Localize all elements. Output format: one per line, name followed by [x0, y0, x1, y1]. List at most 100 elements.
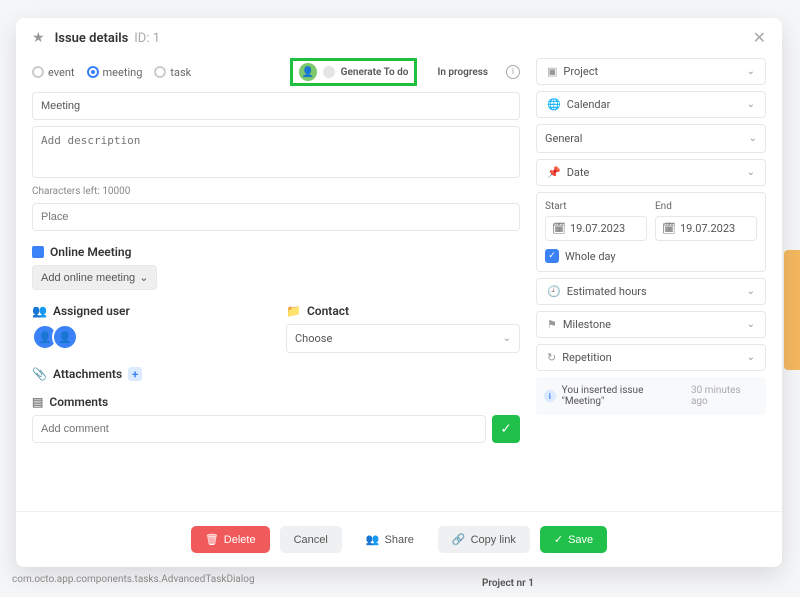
- milestone-accordion[interactable]: ⚑Milestone ⌄: [536, 311, 766, 338]
- close-button[interactable]: ✕: [753, 28, 766, 48]
- star-icon[interactable]: ★: [32, 30, 45, 46]
- activity-text: You inserted issue "Meeting": [562, 385, 685, 407]
- cancel-label: Cancel: [294, 534, 328, 546]
- type-task[interactable]: task: [154, 66, 191, 79]
- project-icon: ▣: [547, 65, 557, 78]
- issue-type-row: event meeting task 👤 Generate To do In p…: [32, 58, 520, 86]
- activity-entry: i You inserted issue "Meeting" 30 minute…: [536, 377, 766, 415]
- start-date-input[interactable]: 🗓 19.07.2023: [545, 216, 647, 241]
- generate-todo-label[interactable]: Generate To do: [341, 67, 409, 78]
- radio-icon: [32, 66, 44, 78]
- chevron-down-icon: ⌄: [747, 66, 755, 77]
- chevron-down-icon: ⌄: [139, 271, 148, 284]
- milestone-label: Milestone: [563, 318, 611, 331]
- issue-modal: ★ Issue details ID: 1 ✕ event meeting ta…: [16, 18, 782, 567]
- calendar-icon: 🗓: [552, 222, 566, 235]
- project-label: Project: [563, 65, 598, 78]
- calendar-select[interactable]: General ⌄: [536, 124, 766, 153]
- comments-label: Comments: [49, 395, 108, 409]
- copy-link-button[interactable]: 🔗 Copy link: [438, 526, 530, 553]
- share-button[interactable]: 👥 Share: [352, 526, 428, 553]
- attachments-title: 📎 Attachments +: [32, 367, 520, 381]
- trash-icon: 🗑: [205, 533, 219, 546]
- cancel-button[interactable]: Cancel: [280, 526, 342, 553]
- chevron-down-icon: ⌄: [747, 99, 755, 110]
- attachments-label: Attachments: [53, 367, 122, 381]
- calendar-label: Calendar: [567, 98, 611, 111]
- radio-icon: [154, 66, 166, 78]
- user-icon: 👥: [32, 304, 47, 318]
- calendar-icon: 🗓: [662, 222, 676, 235]
- chevron-down-icon: ⌄: [747, 286, 755, 297]
- end-date-label: End: [655, 201, 757, 212]
- link-icon: 🔗: [452, 533, 466, 546]
- info-icon: i: [544, 390, 556, 402]
- start-date-label: Start: [545, 201, 647, 212]
- date-label: Date: [567, 166, 590, 179]
- issue-id: ID: 1: [134, 31, 160, 46]
- delete-button[interactable]: 🗑 Delete: [191, 526, 270, 553]
- place-input[interactable]: [32, 203, 520, 231]
- type-meeting[interactable]: meeting: [87, 66, 143, 79]
- chevron-down-icon: ⌄: [747, 352, 755, 363]
- issue-title-input[interactable]: [32, 92, 520, 120]
- repetition-accordion[interactable]: ↻ Repetition ⌄: [536, 344, 766, 371]
- contact-select[interactable]: Choose ⌄: [286, 324, 520, 353]
- description-textarea[interactable]: [32, 126, 520, 178]
- contact-select-value: Choose: [295, 332, 332, 345]
- comment-submit-button[interactable]: ✓: [492, 415, 520, 443]
- generate-toggle-icon[interactable]: [323, 66, 335, 78]
- debug-classpath: com.octo.app.components.tasks.AdvancedTa…: [12, 574, 255, 585]
- contact-title: 📁 Contact: [286, 304, 520, 318]
- chevron-down-icon: ⌄: [749, 133, 757, 144]
- background-project-title: Project nr 1: [482, 578, 534, 589]
- video-icon: [32, 246, 44, 258]
- save-button[interactable]: ✓ Save: [540, 526, 607, 553]
- assigned-user-title: 👥 Assigned user: [32, 304, 266, 318]
- project-accordion[interactable]: ▣ Project ⌄: [536, 58, 766, 85]
- check-icon: ✓: [554, 533, 563, 546]
- paperclip-icon: 📎: [32, 367, 47, 381]
- type-event-label: event: [48, 66, 75, 79]
- add-online-meeting-button[interactable]: Add online meeting ⌄: [32, 265, 157, 290]
- modal-header: ★ Issue details ID: 1 ✕: [16, 18, 782, 58]
- activity-time: 30 minutes ago: [691, 385, 758, 407]
- status-label[interactable]: In progress: [437, 67, 488, 78]
- share-label: Share: [385, 534, 414, 546]
- calendar-accordion[interactable]: 🌐 Calendar ⌄: [536, 91, 766, 118]
- modal-title: Issue details: [55, 31, 129, 46]
- estimated-label: Estimated hours: [567, 285, 647, 298]
- comments-title: ▤ Comments: [32, 395, 520, 409]
- whole-day-checkbox[interactable]: ✓: [545, 249, 559, 263]
- estimated-accordion[interactable]: 🕘Estimated hours ⌄: [536, 278, 766, 305]
- save-label: Save: [568, 534, 593, 546]
- add-attachment-button[interactable]: +: [128, 367, 142, 381]
- end-date-value: 19.07.2023: [680, 222, 735, 235]
- contact-label: Contact: [307, 304, 349, 318]
- flag-icon: ⚑: [547, 318, 557, 331]
- avatar[interactable]: 👤: [52, 324, 78, 350]
- type-meeting-label: meeting: [103, 66, 143, 79]
- assigned-user-label: Assigned user: [53, 304, 130, 318]
- background-avatar: [784, 250, 800, 370]
- delete-label: Delete: [224, 534, 256, 546]
- date-accordion[interactable]: 📌Date ⌄: [536, 159, 766, 186]
- comment-input[interactable]: [32, 415, 486, 443]
- chevron-down-icon: ⌄: [747, 167, 755, 178]
- end-date-input[interactable]: 🗓 19.07.2023: [655, 216, 757, 241]
- bot-avatar-icon: 👤: [299, 63, 317, 81]
- modal-footer: 🗑 Delete Cancel 👥 Share 🔗 Copy link ✓ Sa…: [16, 511, 782, 567]
- online-meeting-label: Online Meeting: [50, 245, 131, 259]
- start-date-value: 19.07.2023: [570, 222, 625, 235]
- share-icon: 👥: [366, 533, 380, 546]
- info-icon[interactable]: i: [506, 65, 520, 79]
- online-meeting-title: Online Meeting: [32, 245, 520, 259]
- type-event[interactable]: event: [32, 66, 75, 79]
- repetition-label: Repetition: [562, 351, 612, 364]
- repeat-icon: ↻: [547, 351, 556, 364]
- copy-label: Copy link: [471, 534, 516, 546]
- whole-day-label: Whole day: [565, 250, 616, 263]
- generate-todo-highlight: 👤 Generate To do: [290, 58, 418, 86]
- calendar-icon: 🌐: [547, 98, 561, 111]
- date-panel: Start 🗓 19.07.2023 End 🗓 19.07.2023: [536, 192, 766, 272]
